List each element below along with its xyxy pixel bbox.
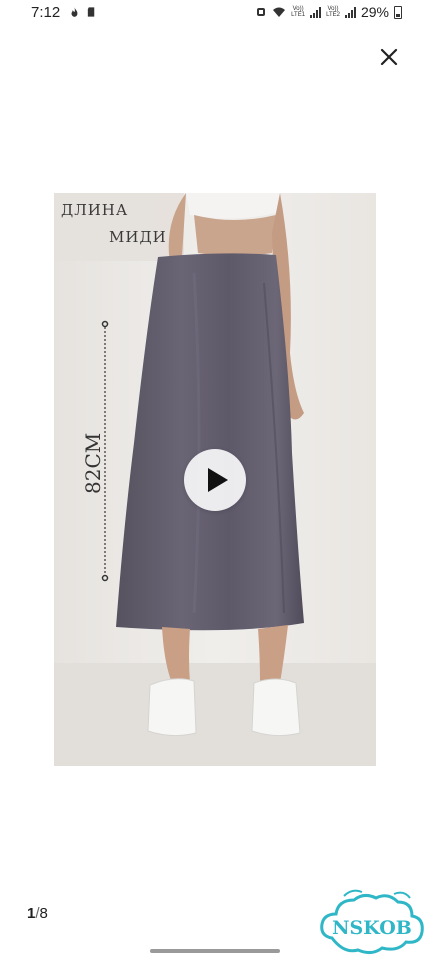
status-notification-icons bbox=[69, 6, 97, 18]
status-time: 7:12 bbox=[31, 4, 61, 21]
measurement-label: 82СМ bbox=[81, 432, 105, 494]
battery-icon bbox=[394, 5, 402, 19]
signal-icon-2 bbox=[344, 6, 356, 18]
signal-icon-1 bbox=[310, 6, 322, 18]
close-icon bbox=[380, 48, 398, 66]
cloud-logo-icon: NSKOB bbox=[320, 889, 424, 955]
play-icon bbox=[208, 468, 228, 492]
play-button[interactable] bbox=[184, 449, 246, 511]
sd-card-icon bbox=[87, 7, 95, 17]
close-button[interactable] bbox=[376, 44, 402, 70]
wifi-icon bbox=[273, 7, 286, 17]
fire-icon bbox=[71, 7, 78, 17]
watermark-text: NSKOB bbox=[332, 917, 412, 939]
page-indicator: 1/8 bbox=[27, 905, 48, 922]
length-caption-line-1: ДЛИНА bbox=[61, 201, 129, 219]
home-indicator[interactable] bbox=[150, 949, 280, 953]
watermark-logo: NSKOB bbox=[316, 888, 428, 958]
network-label-2: Vo)) LTE2 bbox=[326, 6, 340, 18]
page-total: 8 bbox=[39, 905, 48, 922]
status-bar: 7:12 Vo)) LTE1 Vo)) LTE2 29% bbox=[0, 0, 430, 28]
battery-percent: 29% bbox=[360, 4, 389, 20]
alarm-icon bbox=[257, 8, 266, 16]
network-label-1: Vo)) LTE1 bbox=[291, 6, 306, 18]
length-caption-line-2: МИДИ bbox=[109, 228, 167, 246]
status-right: Vo)) LTE1 Vo)) LTE2 29% bbox=[255, 4, 402, 20]
